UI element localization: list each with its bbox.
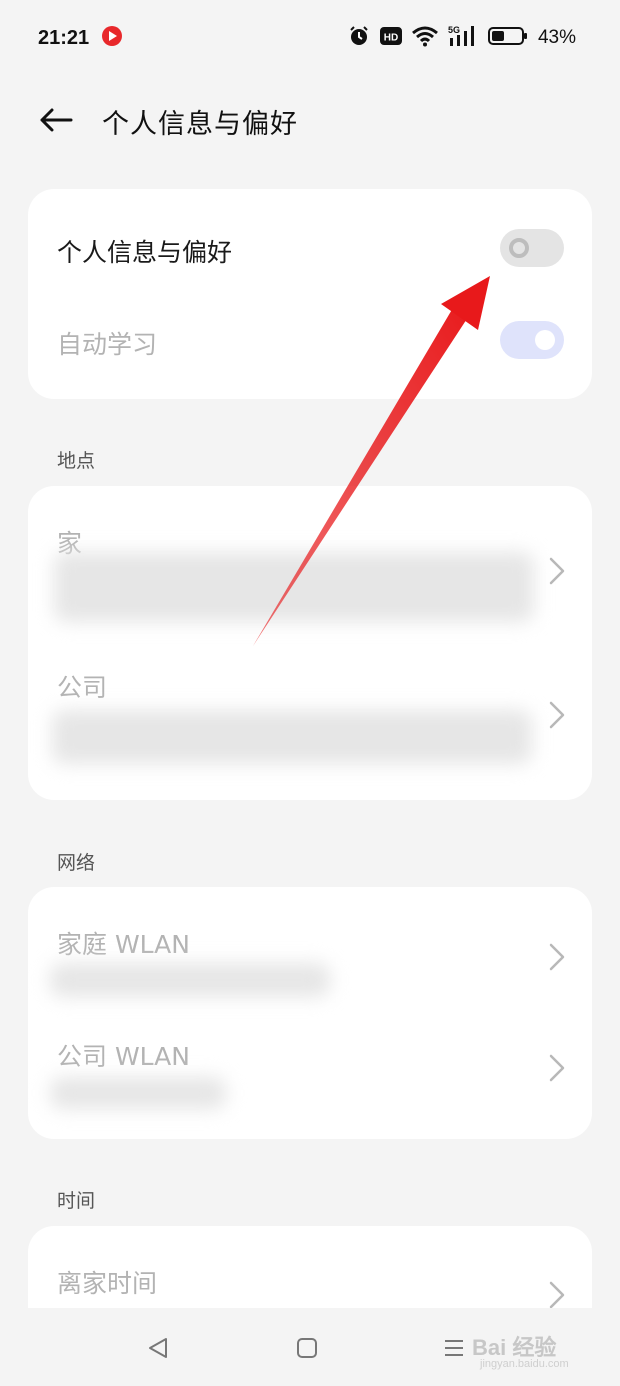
square-home-icon <box>297 1338 317 1358</box>
wifi-icon <box>412 25 438 51</box>
record-icon <box>101 25 123 51</box>
status-bar: 21:21 HD 5G 43% <box>0 0 620 76</box>
hd-icon: HD <box>379 26 402 50</box>
list-item-label: 家庭 WLAN <box>57 930 190 959</box>
alarm-icon <box>348 25 370 51</box>
chevron-right-icon <box>549 557 565 585</box>
app-header: 个人信息与偏好 <box>0 90 620 150</box>
battery-icon <box>487 26 528 50</box>
toggle-knob <box>509 238 529 258</box>
section-title-network: 网络 <box>57 852 96 874</box>
list-item-company[interactable]: 公司 <box>28 646 592 796</box>
nav-recents-button[interactable] <box>434 1328 474 1368</box>
auto-learn-label: 自动学习 <box>57 330 158 359</box>
main-toggle-label: 个人信息与偏好 <box>57 238 233 267</box>
nav-back-button[interactable] <box>138 1328 178 1368</box>
personal-info-toggle[interactable] <box>500 229 564 267</box>
redacted-network <box>50 1077 226 1109</box>
status-left: 21:21 <box>38 25 123 51</box>
battery-percent: 43% <box>537 27 576 48</box>
auto-learn-toggle[interactable] <box>500 321 564 359</box>
status-right: HD 5G 43% <box>348 24 576 52</box>
list-item-label: 公司 <box>57 673 108 702</box>
menu-lines-icon <box>445 1340 463 1356</box>
list-item-home[interactable]: 家 <box>28 486 592 636</box>
chevron-right-icon <box>549 943 565 971</box>
back-arrow-icon <box>40 108 73 132</box>
watermark-url: jingyan.baidu.com <box>480 1358 569 1370</box>
chevron-right-icon <box>549 1281 565 1309</box>
network-card: 家庭 WLAN 公司 WLAN <box>28 887 592 1139</box>
signal-icon: 5G <box>448 24 478 52</box>
toggle-knob <box>535 330 555 350</box>
list-item-company-wlan[interactable]: 公司 WLAN <box>28 1011 592 1135</box>
redacted-address <box>54 552 534 622</box>
list-item-label: 离家时间 <box>57 1269 158 1298</box>
back-button[interactable] <box>36 102 76 138</box>
section-title-time: 时间 <box>57 1190 96 1212</box>
triangle-back-icon <box>149 1338 167 1358</box>
location-card: 家 公司 <box>28 486 592 800</box>
svg-text:HD: HD <box>384 33 398 44</box>
redacted-address <box>52 710 532 764</box>
section-title-location: 地点 <box>57 450 96 472</box>
network-type-label: 5G <box>448 25 460 35</box>
chevron-right-icon <box>549 701 565 729</box>
chevron-right-icon <box>549 1054 565 1082</box>
list-item-label: 公司 WLAN <box>57 1042 190 1071</box>
system-nav-bar: Bai 经验 jingyan.baidu.com <box>0 1308 620 1386</box>
status-time: 21:21 <box>38 26 90 49</box>
redacted-network <box>50 963 330 997</box>
nav-home-button[interactable] <box>287 1328 327 1368</box>
page-title: 个人信息与偏好 <box>102 109 298 140</box>
list-item-home-wlan[interactable]: 家庭 WLAN <box>28 887 592 1011</box>
prefs-card: 个人信息与偏好 自动学习 <box>28 189 592 399</box>
